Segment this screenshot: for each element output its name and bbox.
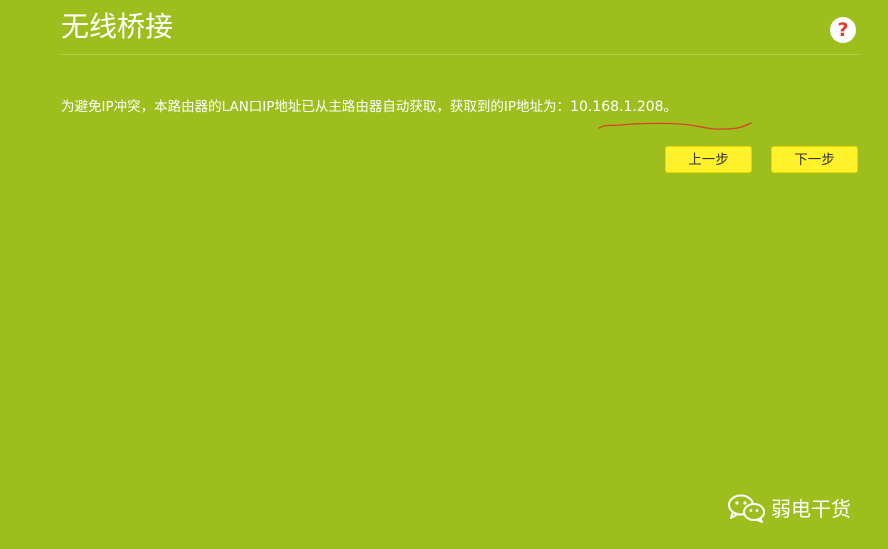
info-message: 为避免IP冲突，本路由器的LAN口IP地址已从主路由器自动获取，获取到的IP地址…	[61, 96, 677, 118]
handwritten-underline	[598, 122, 752, 130]
ip-address: 10.168.1.208	[570, 99, 664, 115]
title-divider	[61, 54, 859, 55]
message-suffix: 。	[663, 99, 678, 115]
message-text: 为避免IP冲突，本路由器的LAN口IP地址已从主路由器自动获取，获取到的IP地址…	[61, 99, 571, 115]
page-title: 无线桥接	[61, 10, 174, 43]
next-step-button[interactable]: 下一步	[771, 146, 858, 173]
question-mark-icon: ?	[837, 19, 849, 41]
watermark-text: 弱电干货	[771, 497, 851, 521]
help-button[interactable]: ?	[830, 17, 856, 43]
wechat-logo-icon	[728, 494, 765, 523]
watermark: 弱电干货	[727, 494, 851, 524]
prev-step-button[interactable]: 上一步	[665, 146, 752, 173]
